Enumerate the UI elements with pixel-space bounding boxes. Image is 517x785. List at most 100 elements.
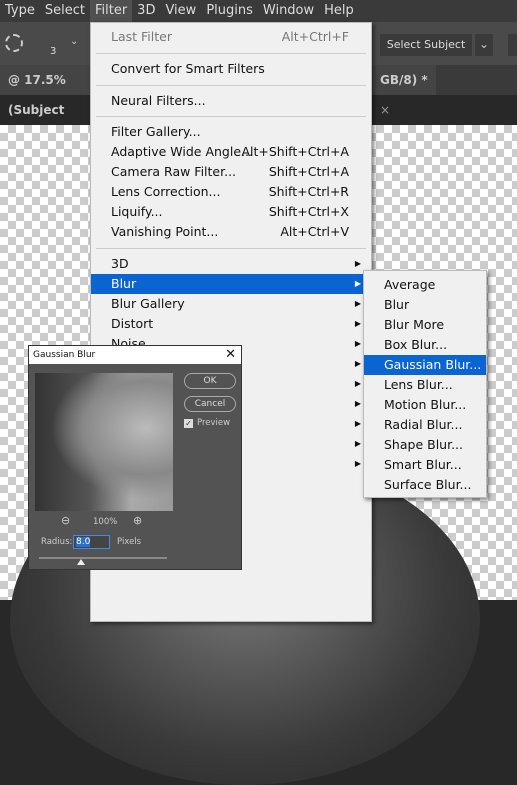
submenu-arrow-icon: ▶ xyxy=(354,279,361,288)
submenu-arrow-icon: ▶ xyxy=(354,399,361,408)
menu-item-average[interactable]: Average xyxy=(364,275,486,295)
menu-item-label: Blur Gallery xyxy=(111,296,185,311)
pixels-label: Pixels xyxy=(117,537,142,547)
radius-slider[interactable] xyxy=(39,557,167,559)
menu-item-label: Vanishing Point... xyxy=(111,224,219,239)
menu-item-label: Blur xyxy=(384,297,410,312)
menu-3d[interactable]: 3D xyxy=(132,0,160,22)
menu-item-last-filter[interactable]: Last Filter Alt+Ctrl+F xyxy=(91,27,371,47)
close-icon[interactable]: ✕ xyxy=(225,346,236,364)
submenu-arrow-icon: ▶ xyxy=(354,419,361,428)
document-tab-active[interactable]: GB/8) * × xyxy=(372,65,436,117)
menu-bar: Type Select Filter 3D View Plugins Window Help xyxy=(0,0,517,22)
shortcut: Alt+Shift+Ctrl+A xyxy=(241,144,349,159)
menu-item-distort[interactable]: Distort ▶ xyxy=(91,314,371,334)
submenu-arrow-icon: ▶ xyxy=(354,339,361,348)
menu-select[interactable]: Select xyxy=(40,0,90,22)
dialog-title: Gaussian Blur xyxy=(33,350,96,360)
gaussian-blur-dialog: Gaussian Blur ✕ OK Cancel ✓ Preview ⊖ 100… xyxy=(28,345,242,570)
radius-value: 8.0 xyxy=(76,537,91,547)
menu-item-gaussian-blur[interactable]: Gaussian Blur... xyxy=(364,355,486,375)
menu-item-blur[interactable]: Blur xyxy=(364,295,486,315)
slider-thumb[interactable] xyxy=(77,559,85,565)
menu-item-filter[interactable]: Camera Raw Filter... Shift+Ctrl+A xyxy=(91,162,371,182)
shortcut: Shift+Ctrl+A xyxy=(268,164,349,179)
menu-item-3d[interactable]: 3D ▶ xyxy=(91,254,371,274)
menu-item-blur-gallery[interactable]: Blur Gallery ▶ xyxy=(91,294,371,314)
zoom-level: 100% xyxy=(93,517,118,527)
tab-title: GB/8) * xyxy=(380,73,428,87)
select-subject-button[interactable]: Select Subject xyxy=(380,34,472,56)
menu-item-neural-filters[interactable]: Neural Filters... xyxy=(91,91,371,111)
zoom-in-icon[interactable]: ⊕ xyxy=(133,514,142,527)
menu-window[interactable]: Window xyxy=(258,0,319,22)
menu-item-label: Motion Blur... xyxy=(384,397,467,412)
menu-item-filter[interactable]: Adaptive Wide Angle... Alt+Shift+Ctrl+A xyxy=(91,142,371,162)
shortcut: Shift+Ctrl+X xyxy=(268,204,349,219)
submenu-arrow-icon: ▶ xyxy=(354,319,361,328)
menu-item-label: Convert for Smart Filters xyxy=(111,61,265,76)
menu-item-filter[interactable]: Filter Gallery... xyxy=(91,122,371,142)
menu-item-label: Blur xyxy=(111,276,137,291)
blur-submenu: Average Blur Blur More Box Blur... Gaussian … xyxy=(363,270,487,498)
menu-item-label: Lens Blur... xyxy=(384,377,453,392)
menu-item-surface-blur[interactable]: Surface Blur... xyxy=(364,475,486,495)
menu-item-smart-blur[interactable]: Smart Blur... xyxy=(364,455,486,475)
menu-item-box-blur[interactable]: Box Blur... xyxy=(364,335,486,355)
menu-item-label: Box Blur... xyxy=(384,337,448,352)
shortcut: Alt+Ctrl+F xyxy=(281,29,349,44)
preview-checkbox[interactable]: ✓ xyxy=(184,419,193,428)
menu-separator xyxy=(96,116,366,117)
zoom-out-icon[interactable]: ⊖ xyxy=(61,514,70,527)
menu-item-filter[interactable]: Lens Correction... Shift+Ctrl+R xyxy=(91,182,371,202)
menu-item-label: Adaptive Wide Angle... xyxy=(111,144,253,159)
menu-item-lens-blur[interactable]: Lens Blur... xyxy=(364,375,486,395)
menu-item-label: Distort xyxy=(111,316,154,331)
dialog-title-bar: Gaussian Blur ✕ xyxy=(29,346,241,364)
menu-item-label: Filter Gallery... xyxy=(111,124,201,139)
menu-filter[interactable]: Filter xyxy=(89,0,133,22)
cancel-button[interactable]: Cancel xyxy=(184,396,236,412)
quick-selection-icon[interactable] xyxy=(5,34,23,52)
submenu-arrow-icon: ▶ xyxy=(354,439,361,448)
menu-item-label: Last Filter xyxy=(111,29,172,44)
menu-item-label: Gaussian Blur... xyxy=(384,357,482,372)
radius-input[interactable]: 8.0 xyxy=(73,535,110,549)
menu-plugins[interactable]: Plugins xyxy=(201,0,258,22)
select-subject-dropdown[interactable]: ⌄ xyxy=(475,34,493,56)
brush-size[interactable]: 3 xyxy=(50,46,56,57)
menu-separator xyxy=(96,248,366,249)
menu-item-label: Lens Correction... xyxy=(111,184,221,199)
menu-item-label: Smart Blur... xyxy=(384,457,462,472)
menu-item-label: Neural Filters... xyxy=(111,93,206,108)
document-tab[interactable]: @ 17.5% (Subject xyxy=(0,65,90,117)
chevron-down-icon[interactable]: ⌄ xyxy=(70,36,78,47)
shortcut: Alt+Ctrl+V xyxy=(280,224,349,239)
menu-help[interactable]: Help xyxy=(319,0,359,22)
close-icon[interactable]: × xyxy=(380,103,390,117)
menu-item-filter[interactable]: Vanishing Point... Alt+Ctrl+V xyxy=(91,222,371,242)
menu-item-radial-blur[interactable]: Radial Blur... xyxy=(364,415,486,435)
menu-item-shape-blur[interactable]: Shape Blur... xyxy=(364,435,486,455)
submenu-arrow-icon: ▶ xyxy=(354,299,361,308)
menu-item-filter[interactable]: Liquify... Shift+Ctrl+X xyxy=(91,202,371,222)
menu-type[interactable]: Type xyxy=(0,0,40,22)
submenu-arrow-icon: ▶ xyxy=(354,259,361,268)
preview-label: Preview xyxy=(197,418,231,428)
menu-item-label: 3D xyxy=(111,256,129,271)
menu-item-label: Radial Blur... xyxy=(384,417,463,432)
toolbar-button[interactable] xyxy=(508,34,517,56)
menu-item-label: Camera Raw Filter... xyxy=(111,164,237,179)
menu-item-blur[interactable]: Blur ▶ xyxy=(91,274,371,294)
menu-view[interactable]: View xyxy=(160,0,201,22)
ok-button[interactable]: OK xyxy=(184,373,236,389)
menu-item-label: Shape Blur... xyxy=(384,437,463,452)
submenu-arrow-icon: ▶ xyxy=(354,359,361,368)
menu-item-label: Surface Blur... xyxy=(384,477,472,492)
menu-item-label: Blur More xyxy=(384,317,445,332)
menu-item-blur-more[interactable]: Blur More xyxy=(364,315,486,335)
menu-item-convert-smart-filters[interactable]: Convert for Smart Filters xyxy=(91,59,371,79)
preview-image[interactable] xyxy=(35,373,173,511)
menu-item-motion-blur[interactable]: Motion Blur... xyxy=(364,395,486,415)
shortcut: Shift+Ctrl+R xyxy=(268,184,349,199)
